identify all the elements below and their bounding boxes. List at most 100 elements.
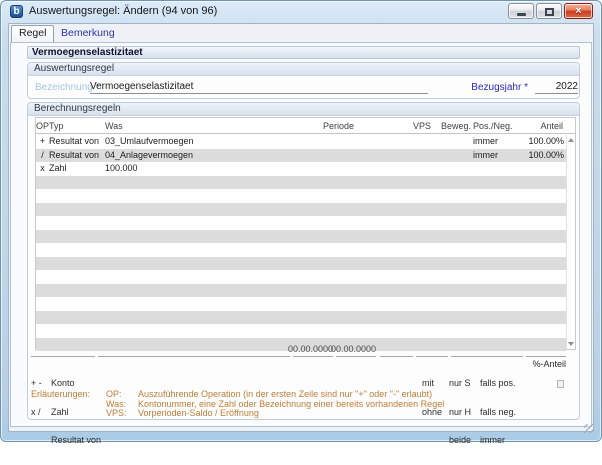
legend-posneg: falls pos. falls neg. immer [480,378,517,445]
cell-anteil [517,324,566,338]
anteil-unit-box[interactable] [557,380,564,388]
cell-anteil [517,311,566,325]
cell-beweg [441,216,473,230]
table-scrollbar[interactable] [566,135,575,349]
cell-vps [413,189,441,203]
chevron-down-icon[interactable] [568,342,574,346]
table-row[interactable] [36,297,566,311]
cell-was [105,216,323,230]
window-controls: × [508,3,593,19]
cell-vps [413,324,441,338]
cell-periode [323,203,413,217]
cell-periode [323,257,413,271]
resize-grip-icon[interactable] [584,424,593,433]
cell-posneg [473,203,517,217]
table-row[interactable]: / Resultat von 04_Anlagevermoegen immer 100.… [36,148,566,162]
entry-field-op[interactable] [31,356,95,357]
cell-posneg [473,257,517,271]
cell-typ [49,203,105,217]
col-was: Was [105,120,123,131]
cell-typ: Zahl [49,163,67,173]
cell-periode [323,176,413,190]
cell-posneg [473,176,517,190]
cell-anteil [517,162,566,176]
rules-table: OP Typ Was Periode VPS Beweg. Pos./Neg. … [35,117,576,352]
cell-posneg [473,284,517,298]
entry-field-posneg[interactable] [451,356,523,357]
cell-beweg [441,135,473,149]
table-row[interactable] [36,229,566,244]
cell-periode [323,297,413,311]
entry-field-anteil[interactable] [526,356,566,357]
cell-posneg [473,216,517,230]
cell-was [105,189,323,203]
tab-regel[interactable]: Regel [11,25,55,42]
cell-posneg [473,311,517,325]
chevron-up-icon[interactable] [568,138,574,142]
table-row[interactable] [36,189,566,203]
table-row[interactable] [36,175,566,190]
cell-periode [323,135,413,149]
close-button[interactable]: × [564,3,593,19]
table-row[interactable]: + Resultat von 03_Umlaufvermoegen immer 100.… [36,135,566,149]
cell-beweg [441,270,473,284]
cell-typ [49,284,105,298]
cell-typ [49,243,105,257]
cell-vps [413,284,441,298]
cell-was [105,284,323,298]
col-anteil: Anteil [540,120,563,131]
cell-was [105,311,323,325]
cell-op [36,284,49,298]
cell-typ [49,297,105,311]
table-row[interactable] [36,216,566,230]
bezeichnung-field[interactable]: Vermoegenselastizitaet [90,80,428,94]
entry-field-vps[interactable] [380,356,413,357]
table-row[interactable] [36,270,566,284]
cell-vps [413,311,441,325]
table-row[interactable] [36,243,566,257]
group-auswertungsregel-header: Auswertungsregel [28,63,579,76]
window-title: Auswertungsregel: Ändern (94 von 96) [29,5,218,17]
cell-was [105,324,323,338]
bezugsjahr-field[interactable]: 2022 [535,80,578,94]
entry-field-date2[interactable] [336,356,376,357]
legend-anteil: %-Anteil [532,359,566,369]
periode-bis-value[interactable]: 00.00.0000 [316,344,376,355]
cell-periode [323,324,413,338]
cell-posneg [473,189,517,203]
cell-beweg [441,284,473,298]
cell-beweg [441,324,473,338]
cell-op [36,311,49,325]
cell-typ: Resultat von [49,149,100,160]
cell-anteil [517,297,566,311]
window: b Auswertungsregel: Ändern (94 von 96) ×… [0,0,602,445]
cell-vps [413,203,441,217]
entry-field-beweg[interactable] [416,356,448,357]
cell-anteil [517,338,566,352]
minimize-button[interactable] [508,3,534,19]
cell-beweg [441,311,473,325]
tab-bemerkung[interactable]: Bemerkung [54,26,122,42]
cell-op [36,324,49,338]
table-row[interactable] [36,283,566,298]
cell-typ [49,216,105,230]
col-beweg: Beweg. [441,120,472,131]
table-row[interactable] [36,202,566,217]
cell-vps [413,297,441,311]
cell-anteil [517,230,566,244]
cell-op: + [39,136,46,146]
table-row[interactable]: x Zahl 100.000 [36,162,566,176]
minimize-icon [517,13,526,16]
entry-field-date1[interactable] [293,356,333,357]
rule-title-bar: Vermoegenselastizitaet [27,46,580,59]
cell-vps [413,257,441,271]
table-row[interactable] [36,310,566,325]
table-row[interactable] [36,324,566,338]
cell-beweg [441,230,473,244]
tab-strip: Regel Bemerkung [9,24,593,42]
entry-field-was[interactable] [98,356,290,357]
cell-was: 03_Umlaufvermoegen [105,136,194,146]
cell-periode [323,311,413,325]
maximize-button[interactable] [536,3,562,19]
table-row[interactable] [36,256,566,271]
